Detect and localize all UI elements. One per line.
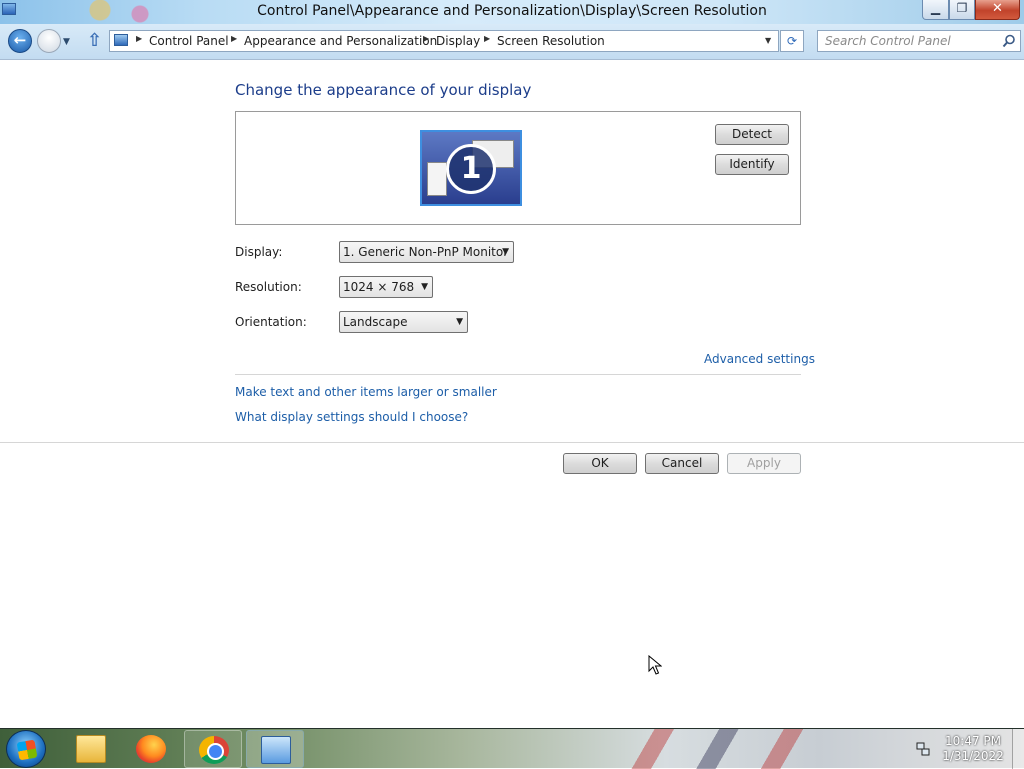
- breadcrumb-arrow-icon[interactable]: ▶: [136, 34, 142, 43]
- search-box[interactable]: [817, 30, 1021, 52]
- folder-icon: [76, 735, 106, 763]
- text-size-link[interactable]: Make text and other items larger or smal…: [235, 385, 497, 399]
- orientation-select[interactable]: Landscape ▼: [339, 311, 468, 333]
- clock-date: 1/31/2022: [942, 749, 1004, 763]
- back-arrow-icon: ←: [13, 31, 27, 49]
- start-button[interactable]: [6, 730, 46, 768]
- orientation-label: Orientation:: [235, 315, 307, 329]
- mouse-cursor-icon: [648, 655, 662, 675]
- page-title: Change the appearance of your display: [235, 81, 532, 99]
- window-title: Control Panel\Appearance and Personaliza…: [257, 3, 767, 19]
- minimize-icon: ▁: [930, 1, 941, 15]
- identify-button[interactable]: Identify: [715, 154, 789, 175]
- title-bar: Control Panel\Appearance and Personaliza…: [0, 0, 1024, 24]
- monitor-1-thumbnail[interactable]: 1: [420, 130, 522, 206]
- display-select[interactable]: 1. Generic Non-PnP Monitor ▼: [339, 241, 514, 263]
- search-icon[interactable]: [1002, 34, 1016, 48]
- resolution-select-value: 1024 × 768: [343, 280, 415, 294]
- orientation-select-value: Landscape: [343, 315, 408, 329]
- divider: [0, 442, 1024, 443]
- detect-button[interactable]: Detect: [715, 124, 789, 145]
- clock-time: 10:47 PM: [945, 734, 1001, 748]
- navigation-bar: ← ▼ ⇧ ▶ Control Panel ▶ Appearance and P…: [0, 24, 1024, 60]
- recent-pages-dropdown[interactable]: ▼: [63, 37, 70, 47]
- chrome-icon: [199, 736, 229, 764]
- close-icon: ✕: [992, 1, 1003, 16]
- resolution-select[interactable]: 1024 × 768 ▼: [339, 276, 433, 298]
- firefox-icon: [136, 735, 166, 763]
- chevron-down-icon: ▼: [421, 282, 428, 292]
- taskbar: 10:47 PM 1/31/2022: [0, 728, 1024, 769]
- taskbar-control-panel[interactable]: [246, 730, 304, 768]
- minimize-button[interactable]: ▁: [922, 0, 949, 20]
- chevron-down-icon: ▼: [456, 317, 463, 327]
- forward-button[interactable]: [37, 29, 61, 53]
- taskbar-firefox[interactable]: [122, 730, 180, 768]
- search-input[interactable]: [818, 31, 998, 51]
- refresh-button[interactable]: ⟳: [780, 30, 804, 52]
- display-select-value: 1. Generic Non-PnP Monitor: [343, 245, 509, 259]
- back-button[interactable]: ←: [8, 29, 32, 53]
- ok-button[interactable]: OK: [563, 453, 637, 474]
- breadcrumb-display[interactable]: Display: [436, 34, 480, 48]
- monitor-number-badge: 1: [446, 144, 496, 194]
- breadcrumb-appearance-personalization[interactable]: Appearance and Personalization: [244, 34, 437, 48]
- address-bar[interactable]: ▶ Control Panel ▶ Appearance and Persona…: [109, 30, 779, 52]
- refresh-icon: ⟳: [786, 34, 798, 48]
- up-one-level-button[interactable]: ⇧: [87, 32, 103, 50]
- windows-logo-icon: [16, 739, 38, 761]
- display-label: Display:: [235, 245, 283, 259]
- control-panel-icon: [261, 736, 291, 764]
- taskbar-chrome[interactable]: [184, 730, 242, 768]
- monitor-arrangement-panel: 1 Detect Identify: [235, 111, 801, 225]
- cancel-button[interactable]: Cancel: [645, 453, 719, 474]
- chevron-down-icon: ▼: [502, 247, 509, 257]
- address-dropdown-icon[interactable]: ▼: [765, 36, 771, 45]
- monitor-preview-window: [427, 162, 447, 196]
- show-desktop-button[interactable]: [1012, 729, 1024, 769]
- close-button[interactable]: ✕: [975, 0, 1020, 20]
- display-help-link[interactable]: What display settings should I choose?: [235, 410, 468, 424]
- divider: [235, 374, 801, 375]
- breadcrumb-control-panel[interactable]: Control Panel: [149, 34, 229, 48]
- apply-button[interactable]: Apply: [727, 453, 801, 474]
- network-icon[interactable]: [915, 741, 931, 757]
- breadcrumb-arrow-icon[interactable]: ▶: [423, 34, 429, 43]
- resolution-label: Resolution:: [235, 280, 302, 294]
- restore-button[interactable]: ❐: [949, 0, 975, 20]
- system-clock[interactable]: 10:47 PM 1/31/2022: [938, 734, 1008, 764]
- advanced-settings-link[interactable]: Advanced settings: [704, 352, 815, 366]
- wallpaper-decoration: [590, 729, 890, 769]
- breadcrumb-arrow-icon[interactable]: ▶: [484, 34, 490, 43]
- control-panel-icon: [114, 34, 128, 46]
- taskbar-windows-explorer[interactable]: [62, 730, 120, 768]
- breadcrumb-arrow-icon[interactable]: ▶: [231, 34, 237, 43]
- breadcrumb-screen-resolution[interactable]: Screen Resolution: [497, 34, 605, 48]
- restore-icon: ❐: [956, 1, 968, 15]
